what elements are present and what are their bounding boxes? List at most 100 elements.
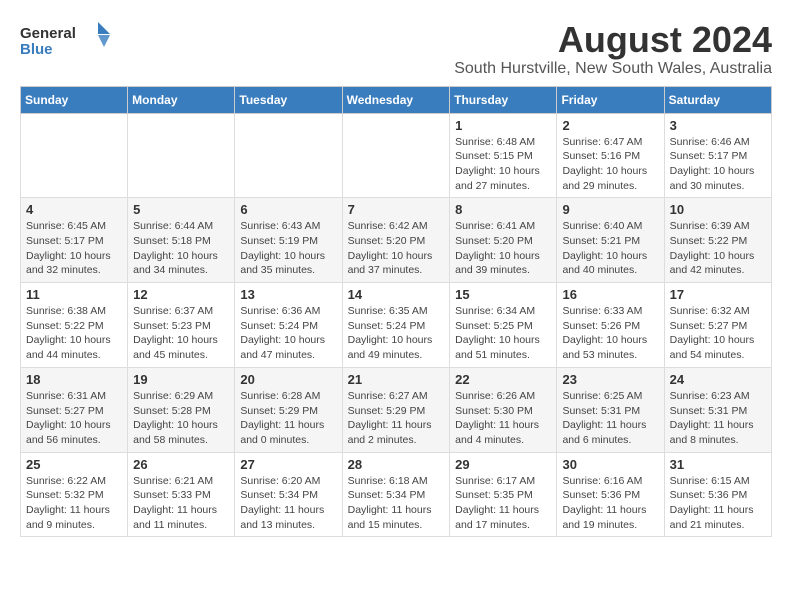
calendar-cell: 24Sunrise: 6:23 AMSunset: 5:31 PMDayligh… — [664, 367, 771, 452]
calendar-cell: 5 Sunrise: 6:44 AMSunset: 5:18 PMDaylight… — [128, 198, 235, 283]
day-info: Sunrise: 6:42 AMSunset: 5:20 PMDaylight:… — [348, 219, 445, 278]
calendar-cell: 29 Sunrise: 6:17 AMSunset: 5:35 PMDayligh… — [450, 452, 557, 537]
day-number: 4 — [26, 202, 122, 217]
day-number: 26 — [133, 457, 229, 472]
title-area: August 2024 South Hurstville, New South … — [454, 20, 772, 78]
day-info: Sunrise: 6:28 AMSunset: 5:29 PMDaylight:… — [240, 389, 336, 448]
day-info: Sunrise: 6:22 AMSunset: 5:32 PMDaylight:… — [26, 474, 122, 533]
calendar-cell: 26 Sunrise: 6:21 AMSunset: 5:33 PMDayligh… — [128, 452, 235, 537]
day-number: 30 — [562, 457, 658, 472]
logo: General Blue — [20, 20, 110, 60]
day-info: Sunrise: 6:29 AMSunset: 5:28 PMDaylight:… — [133, 389, 229, 448]
day-number: 28 — [348, 457, 445, 472]
day-number: 13 — [240, 287, 336, 302]
calendar-cell: 17Sunrise: 6:32 AMSunset: 5:27 PMDayligh… — [664, 283, 771, 368]
day-info: Sunrise: 6:44 AMSunset: 5:18 PMDaylight:… — [133, 219, 229, 278]
day-number: 18 — [26, 372, 122, 387]
calendar-cell: 10 Sunrise: 6:39 AMSunset: 5:22 PMDayligh… — [664, 198, 771, 283]
calendar-cell: 25 Sunrise: 6:22 AMSunset: 5:32 PMDayligh… — [21, 452, 128, 537]
day-info: Sunrise: 6:38 AMSunset: 5:22 PMDaylight:… — [26, 304, 122, 363]
calendar-cell: 15 Sunrise: 6:34 AMSunset: 5:25 PMDayligh… — [450, 283, 557, 368]
calendar-cell: 13Sunrise: 6:36 AMSunset: 5:24 PMDayligh… — [235, 283, 342, 368]
day-info: Sunrise: 6:47 AMSunset: 5:16 PMDaylight:… — [562, 135, 658, 194]
header-sunday: Sunday — [21, 86, 128, 113]
day-info: Sunrise: 6:16 AMSunset: 5:36 PMDaylight:… — [562, 474, 658, 533]
calendar-cell — [235, 113, 342, 198]
week-row-2: 4 Sunrise: 6:45 AMSunset: 5:17 PMDaylight… — [21, 198, 772, 283]
header-monday: Monday — [128, 86, 235, 113]
day-number: 2 — [562, 118, 658, 133]
day-number: 3 — [670, 118, 766, 133]
day-info: Sunrise: 6:27 AMSunset: 5:29 PMDaylight:… — [348, 389, 445, 448]
calendar-title: August 2024 — [454, 20, 772, 60]
day-number: 24 — [670, 372, 766, 387]
calendar-cell: 6Sunrise: 6:43 AMSunset: 5:19 PMDaylight… — [235, 198, 342, 283]
header-saturday: Saturday — [664, 86, 771, 113]
logo-svg: General Blue — [20, 20, 110, 60]
calendar-cell: 9Sunrise: 6:40 AMSunset: 5:21 PMDaylight… — [557, 198, 664, 283]
day-number: 27 — [240, 457, 336, 472]
day-number: 10 — [670, 202, 766, 217]
day-number: 1 — [455, 118, 551, 133]
day-info: Sunrise: 6:25 AMSunset: 5:31 PMDaylight:… — [562, 389, 658, 448]
day-info: Sunrise: 6:43 AMSunset: 5:19 PMDaylight:… — [240, 219, 336, 278]
day-info: Sunrise: 6:41 AMSunset: 5:20 PMDaylight:… — [455, 219, 551, 278]
calendar-cell: 4 Sunrise: 6:45 AMSunset: 5:17 PMDaylight… — [21, 198, 128, 283]
weekday-header-row: Sunday Monday Tuesday Wednesday Thursday… — [21, 86, 772, 113]
svg-text:General: General — [20, 25, 76, 42]
calendar-cell: 12 Sunrise: 6:37 AMSunset: 5:23 PMDayligh… — [128, 283, 235, 368]
day-info: Sunrise: 6:33 AMSunset: 5:26 PMDaylight:… — [562, 304, 658, 363]
day-info: Sunrise: 6:34 AMSunset: 5:25 PMDaylight:… — [455, 304, 551, 363]
header: General Blue August 2024 South Hurstvill… — [20, 20, 772, 78]
day-number: 15 — [455, 287, 551, 302]
calendar-cell: 27 Sunrise: 6:20 AMSunset: 5:34 PMDayligh… — [235, 452, 342, 537]
day-info: Sunrise: 6:15 AMSunset: 5:36 PMDaylight:… — [670, 474, 766, 533]
calendar-cell: 11 Sunrise: 6:38 AMSunset: 5:22 PMDayligh… — [21, 283, 128, 368]
day-number: 25 — [26, 457, 122, 472]
calendar-cell: 23 Sunrise: 6:25 AMSunset: 5:31 PMDayligh… — [557, 367, 664, 452]
day-number: 31 — [670, 457, 766, 472]
calendar-subtitle: South Hurstville, New South Wales, Austr… — [454, 60, 772, 78]
day-info: Sunrise: 6:48 AMSunset: 5:15 PMDaylight:… — [455, 135, 551, 194]
day-number: 11 — [26, 287, 122, 302]
day-info: Sunrise: 6:26 AMSunset: 5:30 PMDaylight:… — [455, 389, 551, 448]
day-number: 9 — [562, 202, 658, 217]
day-number: 23 — [562, 372, 658, 387]
calendar-cell: 19 Sunrise: 6:29 AMSunset: 5:28 PMDayligh… — [128, 367, 235, 452]
day-number: 19 — [133, 372, 229, 387]
calendar-cell: 31 Sunrise: 6:15 AMSunset: 5:36 PMDayligh… — [664, 452, 771, 537]
week-row-5: 25 Sunrise: 6:22 AMSunset: 5:32 PMDayligh… — [21, 452, 772, 537]
calendar-cell: 1 Sunrise: 6:48 AMSunset: 5:15 PMDaylight… — [450, 113, 557, 198]
calendar-cell: 18 Sunrise: 6:31 AMSunset: 5:27 PMDayligh… — [21, 367, 128, 452]
day-info: Sunrise: 6:45 AMSunset: 5:17 PMDaylight:… — [26, 219, 122, 278]
calendar-cell: 21 Sunrise: 6:27 AMSunset: 5:29 PMDayligh… — [342, 367, 450, 452]
header-thursday: Thursday — [450, 86, 557, 113]
day-number: 20 — [240, 372, 336, 387]
calendar-table: Sunday Monday Tuesday Wednesday Thursday… — [20, 86, 772, 538]
calendar-cell: 30 Sunrise: 6:16 AMSunset: 5:36 PMDayligh… — [557, 452, 664, 537]
day-info: Sunrise: 6:21 AMSunset: 5:33 PMDaylight:… — [133, 474, 229, 533]
day-info: Sunrise: 6:17 AMSunset: 5:35 PMDaylight:… — [455, 474, 551, 533]
week-row-3: 11 Sunrise: 6:38 AMSunset: 5:22 PMDayligh… — [21, 283, 772, 368]
header-wednesday: Wednesday — [342, 86, 450, 113]
day-info: Sunrise: 6:35 AMSunset: 5:24 PMDaylight:… — [348, 304, 445, 363]
calendar-cell — [128, 113, 235, 198]
day-number: 29 — [455, 457, 551, 472]
calendar-cell: 2 Sunrise: 6:47 AMSunset: 5:16 PMDaylight… — [557, 113, 664, 198]
calendar-cell — [342, 113, 450, 198]
day-info: Sunrise: 6:18 AMSunset: 5:34 PMDaylight:… — [348, 474, 445, 533]
day-info: Sunrise: 6:31 AMSunset: 5:27 PMDaylight:… — [26, 389, 122, 448]
day-number: 12 — [133, 287, 229, 302]
day-number: 14 — [348, 287, 445, 302]
day-info: Sunrise: 6:39 AMSunset: 5:22 PMDaylight:… — [670, 219, 766, 278]
calendar-cell: 3Sunrise: 6:46 AMSunset: 5:17 PMDaylight… — [664, 113, 771, 198]
day-number: 8 — [455, 202, 551, 217]
day-info: Sunrise: 6:32 AMSunset: 5:27 PMDaylight:… — [670, 304, 766, 363]
day-info: Sunrise: 6:20 AMSunset: 5:34 PMDaylight:… — [240, 474, 336, 533]
week-row-4: 18 Sunrise: 6:31 AMSunset: 5:27 PMDayligh… — [21, 367, 772, 452]
calendar-cell: 20 Sunrise: 6:28 AMSunset: 5:29 PMDayligh… — [235, 367, 342, 452]
day-info: Sunrise: 6:37 AMSunset: 5:23 PMDaylight:… — [133, 304, 229, 363]
day-number: 5 — [133, 202, 229, 217]
day-number: 21 — [348, 372, 445, 387]
header-friday: Friday — [557, 86, 664, 113]
